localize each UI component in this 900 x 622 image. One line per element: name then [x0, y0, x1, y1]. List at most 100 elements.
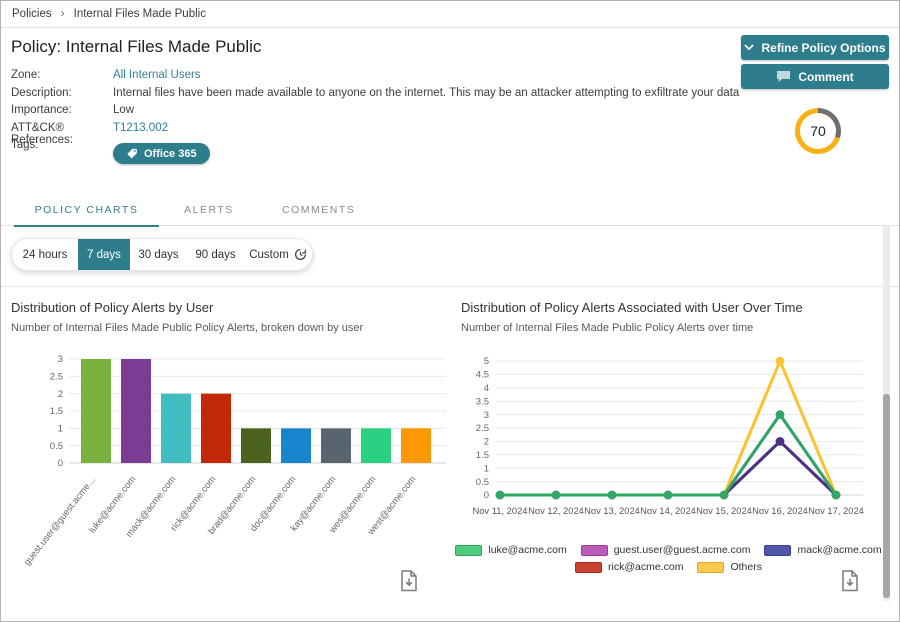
export-bar-chart-icon[interactable]: [400, 570, 418, 592]
comment-button[interactable]: Comment: [741, 64, 889, 89]
point-luke@acme.com[interactable]: [608, 491, 617, 500]
bar-guest.user@guest.acme…[interactable]: [81, 359, 111, 463]
tab-comments[interactable]: COMMENTS: [282, 197, 352, 226]
breadcrumb-policies[interactable]: Policies: [12, 8, 52, 20]
legend-item-guest.user@guest.acme.com[interactable]: guest.user@guest.acme.com: [581, 544, 751, 556]
x-tick-label: Nov 11, 2024: [472, 505, 527, 516]
y-tick-label: 3: [484, 410, 489, 421]
refine-policy-options-button[interactable]: Refine Policy Options: [741, 35, 889, 60]
bar-chart-subtitle: Number of Internal Files Made Public Pol…: [11, 322, 363, 334]
range-label: 30 days: [138, 249, 178, 261]
range-7-days[interactable]: 7 days: [78, 239, 130, 270]
time-range-selector: 24 hours 7 days 30 days 90 days Custom: [11, 238, 313, 271]
point-mack@acme.com[interactable]: [776, 437, 785, 446]
range-90-days[interactable]: 90 days: [187, 239, 244, 270]
point-luke@acme.com[interactable]: [664, 491, 673, 500]
y-tick-label: 2: [484, 437, 489, 448]
scrollbar-thumb[interactable]: [883, 394, 890, 598]
bar-chart: 00.511.522.53guest.user@guest.acme…luke@…: [1, 346, 451, 583]
point-luke@acme.com[interactable]: [832, 491, 841, 500]
range-label: 7 days: [87, 249, 121, 261]
legend-swatch: [764, 545, 791, 556]
x-tick-label: Nov 17, 2024: [808, 505, 864, 516]
y-tick-label: 1.5: [50, 406, 63, 417]
legend-item-Others[interactable]: Others: [697, 561, 762, 573]
y-tick-label: 0.5: [50, 441, 63, 452]
x-tick-label: Nov 15, 2024: [696, 505, 752, 516]
legend-label: rick@acme.com: [608, 561, 683, 573]
y-tick-label: 0: [484, 490, 489, 501]
divider: [1, 286, 899, 287]
tab-alerts[interactable]: ALERTS: [181, 197, 237, 226]
legend-item-mack@acme.com[interactable]: mack@acme.com: [764, 544, 881, 556]
refine-button-label: Refine Policy Options: [761, 41, 885, 55]
tab-bar: POLICY CHARTS ALERTS COMMENTS: [1, 197, 899, 226]
range-label: 24 hours: [23, 249, 68, 261]
point-luke@acme.com[interactable]: [552, 491, 561, 500]
tag-icon: [126, 148, 138, 160]
point-luke@acme.com[interactable]: [720, 491, 729, 500]
range-30-days[interactable]: 30 days: [130, 239, 187, 270]
bar-rick@acme.com[interactable]: [201, 394, 231, 463]
policy-detail-page: Policies › Internal Files Made Public Po…: [0, 0, 900, 622]
x-tick-label: Nov 13, 2024: [584, 505, 640, 516]
point-Others[interactable]: [776, 357, 785, 366]
bar-doc@acme.com[interactable]: [281, 428, 311, 463]
legend-swatch: [697, 562, 724, 573]
line-chart-title: Distribution of Policy Alerts Associated…: [461, 300, 803, 315]
bar-mack@acme.com[interactable]: [161, 394, 191, 463]
x-tick-label: guest.user@guest.acme…: [22, 474, 98, 567]
range-24-hours[interactable]: 24 hours: [12, 239, 78, 270]
field-value: Low: [113, 104, 134, 117]
tags-row: Tags:: [11, 139, 113, 152]
bar-west@acme.com[interactable]: [401, 428, 431, 463]
bar-kay@acme.com[interactable]: [321, 428, 351, 463]
export-line-chart-icon[interactable]: [841, 570, 859, 592]
legend-label: Others: [730, 561, 762, 573]
field-row: Description:Internal files have been mad…: [11, 87, 741, 100]
legend-swatch: [575, 562, 602, 573]
tag-label: Office 365: [144, 148, 197, 160]
legend-item-luke@acme.com[interactable]: luke@acme.com: [455, 544, 566, 556]
tag-office-365[interactable]: Office 365: [113, 143, 210, 164]
comment-icon: [776, 70, 791, 83]
policy-fields: Zone:All Internal UsersDescription:Inter…: [11, 69, 741, 152]
bar-brad@acme.com[interactable]: [241, 428, 271, 463]
field-label: Description:: [11, 87, 113, 100]
point-luke@acme.com[interactable]: [496, 491, 505, 500]
range-label: Custom: [249, 249, 289, 261]
y-tick-label: 1: [58, 424, 63, 435]
y-tick-label: 3: [58, 354, 63, 365]
bar-luke@acme.com[interactable]: [121, 359, 151, 463]
field-value-link[interactable]: All Internal Users: [113, 69, 201, 82]
tab-policy-charts[interactable]: POLICY CHARTS: [14, 197, 159, 226]
legend-label: luke@acme.com: [488, 544, 566, 556]
chevron-down-icon: [744, 44, 754, 51]
range-label: 90 days: [195, 249, 235, 261]
legend-swatch: [581, 545, 608, 556]
field-label: Zone:: [11, 69, 113, 82]
x-tick-label: Nov 16, 2024: [752, 505, 808, 516]
range-custom[interactable]: Custom: [244, 239, 312, 270]
y-tick-label: 0.5: [476, 477, 489, 488]
legend-label: mack@acme.com: [797, 544, 881, 556]
bar-wes@acme.com[interactable]: [361, 428, 391, 463]
legend-row: luke@acme.com guest.user@guest.acme.com ma…: [455, 544, 881, 556]
policy-score-donut: 70: [795, 108, 841, 154]
y-tick-label: 1: [484, 463, 489, 474]
y-tick-label: 2: [58, 389, 63, 400]
y-tick-label: 1.5: [476, 450, 489, 461]
y-tick-label: 3.5: [476, 396, 489, 407]
point-luke@acme.com[interactable]: [776, 410, 785, 419]
field-value: Internal files have been made available …: [113, 87, 739, 100]
line-chart-legend: luke@acme.com guest.user@guest.acme.com ma…: [456, 544, 881, 573]
y-tick-label: 4: [484, 383, 489, 394]
field-label: Importance:: [11, 104, 113, 117]
y-tick-label: 4.5: [476, 370, 489, 381]
policy-score-value: 70: [800, 113, 836, 149]
y-tick-label: 2.5: [50, 372, 63, 383]
comment-button-label: Comment: [798, 70, 853, 84]
legend-item-rick@acme.com[interactable]: rick@acme.com: [575, 561, 683, 573]
legend-row: rick@acme.com Others: [575, 561, 762, 573]
line-chart: 00.511.522.533.544.55Nov 11, 2024Nov 12,…: [451, 346, 900, 528]
